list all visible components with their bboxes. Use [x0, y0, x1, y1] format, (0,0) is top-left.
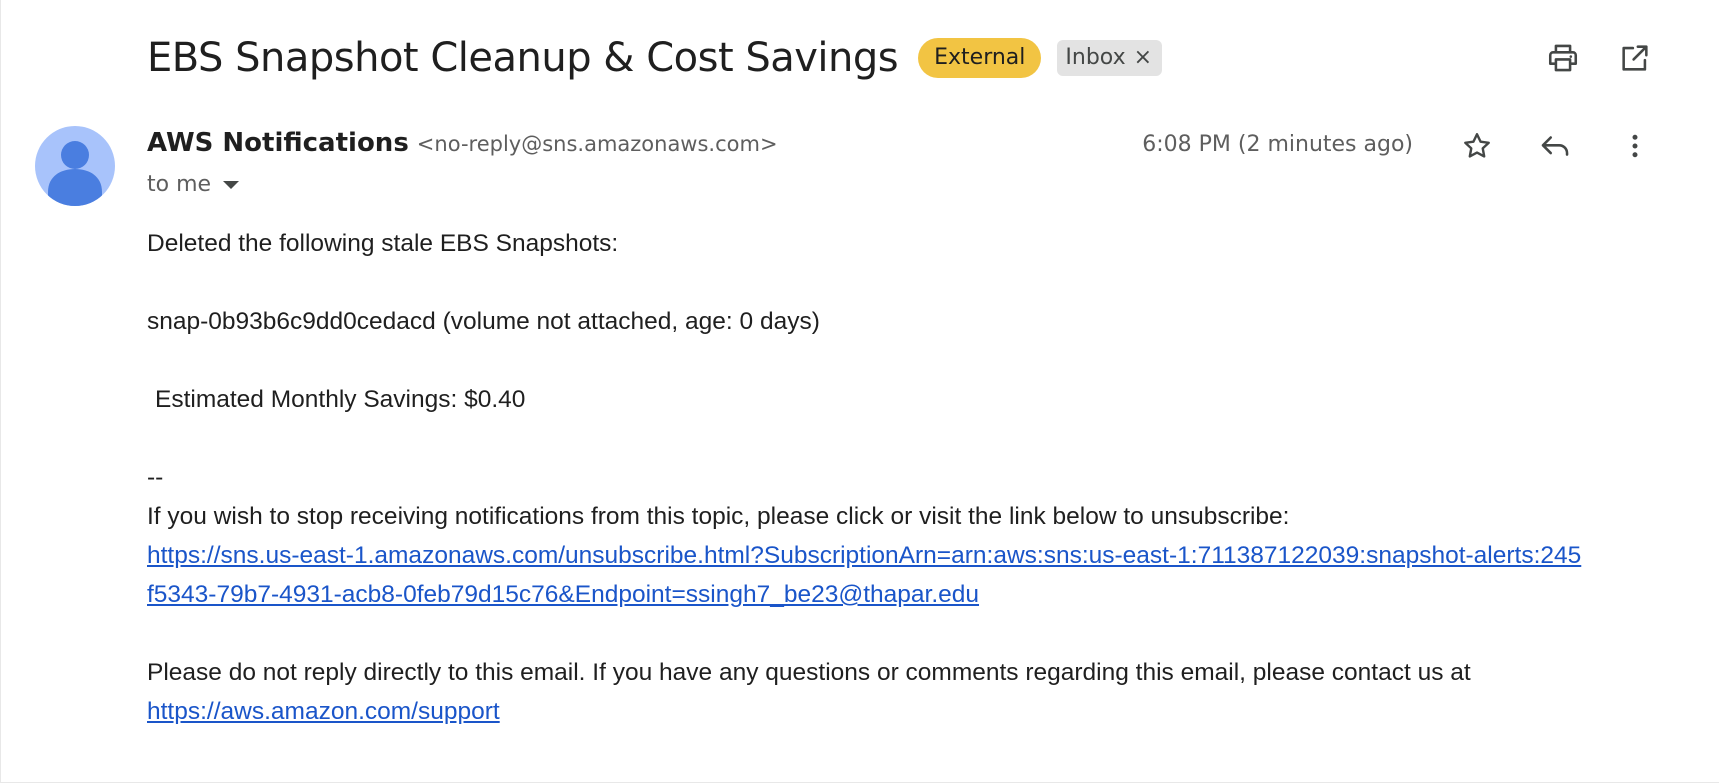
sender-line: AWS Notifications <no-reply@sns.amazonaw…: [147, 128, 778, 158]
more-vertical-icon: [1632, 134, 1638, 158]
email-timestamp: 6:08 PM (2 minutes ago): [1142, 132, 1413, 157]
unsubscribe-text: If you wish to stop receiving notificati…: [147, 503, 1290, 530]
body-intro: Deleted the following stale EBS Snapshot…: [147, 230, 619, 257]
support-link[interactable]: https://aws.amazon.com/support: [147, 698, 500, 725]
savings-line: Estimated Monthly Savings: $0.40: [155, 386, 526, 413]
default-avatar-icon: [48, 141, 102, 206]
more-options-button[interactable]: [1615, 126, 1655, 166]
star-button[interactable]: [1457, 126, 1497, 166]
recipient-details-toggle[interactable]: to me: [147, 172, 240, 197]
support-text: Please do not reply directly to this ema…: [147, 659, 1471, 686]
recipient-label: to me: [147, 172, 212, 197]
unsubscribe-link[interactable]: https://sns.us-east-1.amazonaws.com/unsu…: [147, 542, 1581, 608]
email-body: Deleted the following stale EBS Snapshot…: [147, 224, 1587, 731]
signature-separator: --: [147, 464, 164, 491]
email-view: EBS Snapshot Cleanup & Cost Savings Exte…: [0, 0, 1719, 783]
chevron-down-icon: [223, 180, 240, 189]
email-subject: EBS Snapshot Cleanup & Cost Savings: [147, 35, 899, 81]
remove-label-icon[interactable]: ×: [1134, 40, 1152, 76]
snapshot-line: snap-0b93b6c9dd0cedacd (volume not attac…: [147, 308, 820, 335]
print-icon: [1548, 44, 1578, 72]
sender-avatar[interactable]: [35, 126, 115, 206]
sender-name[interactable]: AWS Notifications: [147, 128, 409, 158]
external-badge: External: [918, 38, 1042, 78]
sender-email: <no-reply@sns.amazonaws.com>: [416, 132, 778, 156]
reply-button[interactable]: [1535, 126, 1575, 166]
inbox-label-chip[interactable]: Inbox ×: [1057, 40, 1163, 76]
print-button[interactable]: [1543, 38, 1583, 78]
subject-row: EBS Snapshot Cleanup & Cost Savings Exte…: [147, 30, 1163, 86]
inbox-label-text: Inbox: [1065, 45, 1126, 70]
star-icon: [1464, 133, 1490, 158]
reply-icon: [1541, 136, 1569, 156]
open-in-new-window-button[interactable]: [1615, 38, 1655, 78]
open-in-new-window-icon: [1622, 45, 1648, 71]
